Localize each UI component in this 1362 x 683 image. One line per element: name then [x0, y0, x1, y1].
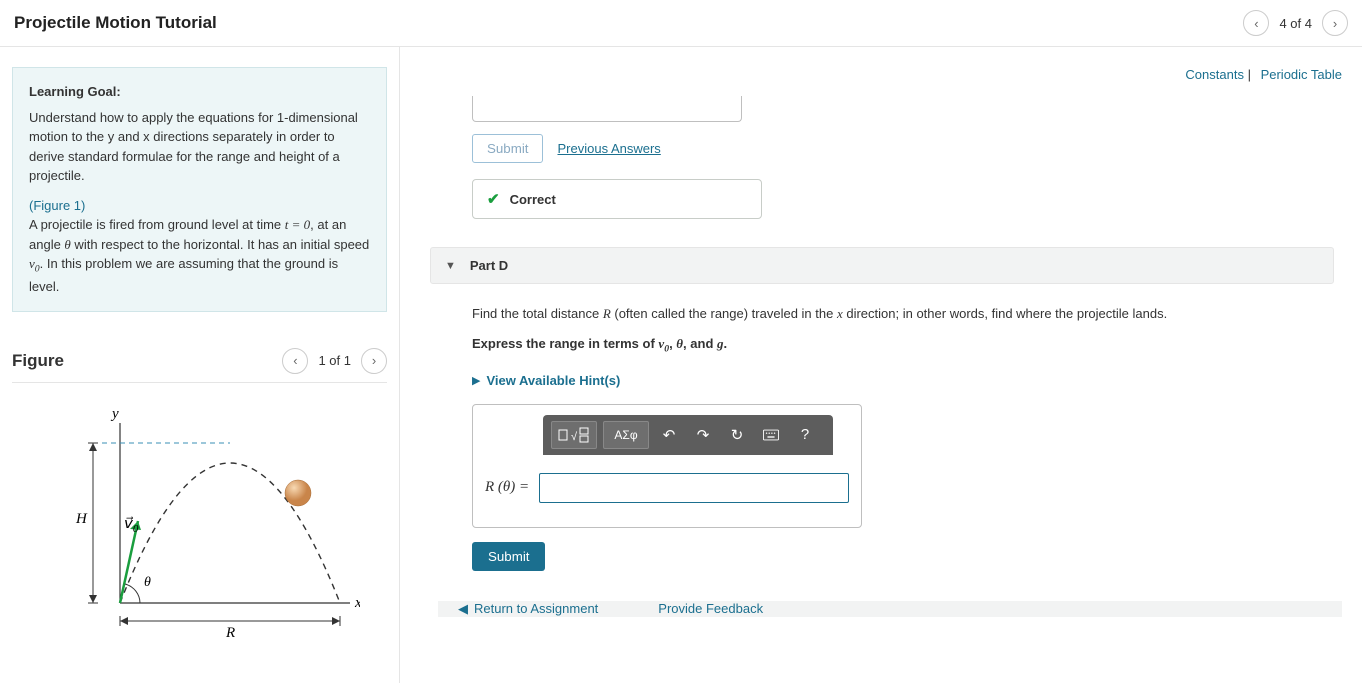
keyboard-icon[interactable]	[757, 421, 785, 449]
part-d-title: Part D	[470, 258, 508, 273]
learning-goal-box: Learning Goal: Understand how to apply t…	[12, 67, 387, 312]
page-title: Projectile Motion Tutorial	[14, 13, 217, 33]
svg-text:y: y	[110, 406, 119, 422]
redo-icon[interactable]: ↷	[689, 421, 717, 449]
submit-button-disabled: Submit	[472, 134, 543, 163]
periodic-table-link[interactable]: Periodic Table	[1261, 67, 1342, 82]
svg-text:R: R	[225, 625, 235, 641]
submit-button[interactable]: Submit	[472, 542, 545, 571]
part-d-question: Find the total distance R (often called …	[472, 304, 1292, 324]
prev-figure-button[interactable]: ‹	[282, 348, 308, 374]
previous-answers-link[interactable]: Previous Answers	[557, 141, 660, 156]
correct-label: Correct	[510, 192, 556, 207]
collapse-icon: ▼	[445, 260, 456, 272]
learning-goal-text: Understand how to apply the equations fo…	[29, 108, 370, 186]
figure-link[interactable]: (Figure 1)	[29, 198, 85, 213]
return-to-assignment-link[interactable]: ◀ Return to Assignment	[458, 601, 598, 617]
svg-text:√: √	[571, 431, 578, 443]
previous-answer-input-bottom	[472, 96, 742, 122]
check-icon: ✔	[487, 190, 500, 208]
undo-icon[interactable]: ↶	[655, 421, 683, 449]
correct-feedback-box: ✔ Correct	[472, 179, 762, 219]
equation-toolbar: √ ΑΣφ ↶ ↷ ↻ ?	[543, 415, 833, 455]
answer-input[interactable]	[539, 473, 849, 503]
link-separator: |	[1248, 67, 1255, 82]
svg-text:x: x	[354, 595, 360, 611]
constants-link[interactable]: Constants	[1185, 67, 1244, 82]
figure-position: 1 of 1	[318, 353, 351, 368]
figure-heading: Figure	[12, 351, 64, 371]
answer-variable-label: R (θ) =	[485, 479, 529, 496]
greek-button[interactable]: ΑΣφ	[603, 421, 649, 449]
svg-text:θ: θ	[144, 575, 151, 590]
templates-button[interactable]: √	[551, 421, 597, 449]
learning-goal-label: Learning Goal:	[29, 82, 370, 102]
figure-diagram: y x H	[12, 383, 387, 663]
question-position: 4 of 4	[1279, 16, 1312, 31]
next-figure-button[interactable]: ›	[361, 348, 387, 374]
answer-box: √ ΑΣφ ↶ ↷ ↻ ? R (θ) =	[472, 404, 862, 528]
svg-text:H: H	[75, 511, 88, 527]
expand-icon: ▶	[472, 374, 480, 387]
prev-question-button[interactable]: ‹	[1243, 10, 1269, 36]
provide-feedback-link[interactable]: Provide Feedback	[658, 601, 763, 616]
part-d-instructions: Express the range in terms of v0, θ, and…	[472, 334, 1292, 357]
view-hints-link[interactable]: ▶ View Available Hint(s)	[472, 373, 1342, 388]
reset-icon[interactable]: ↻	[723, 421, 751, 449]
view-hints-label: View Available Hint(s)	[486, 373, 620, 388]
help-icon[interactable]: ?	[791, 421, 819, 449]
next-question-button[interactable]: ›	[1322, 10, 1348, 36]
problem-statement: A projectile is fired from ground level …	[29, 217, 369, 294]
svg-text:v⃗0: v⃗0	[124, 516, 139, 535]
part-d-header[interactable]: ▼ Part D	[430, 247, 1334, 284]
